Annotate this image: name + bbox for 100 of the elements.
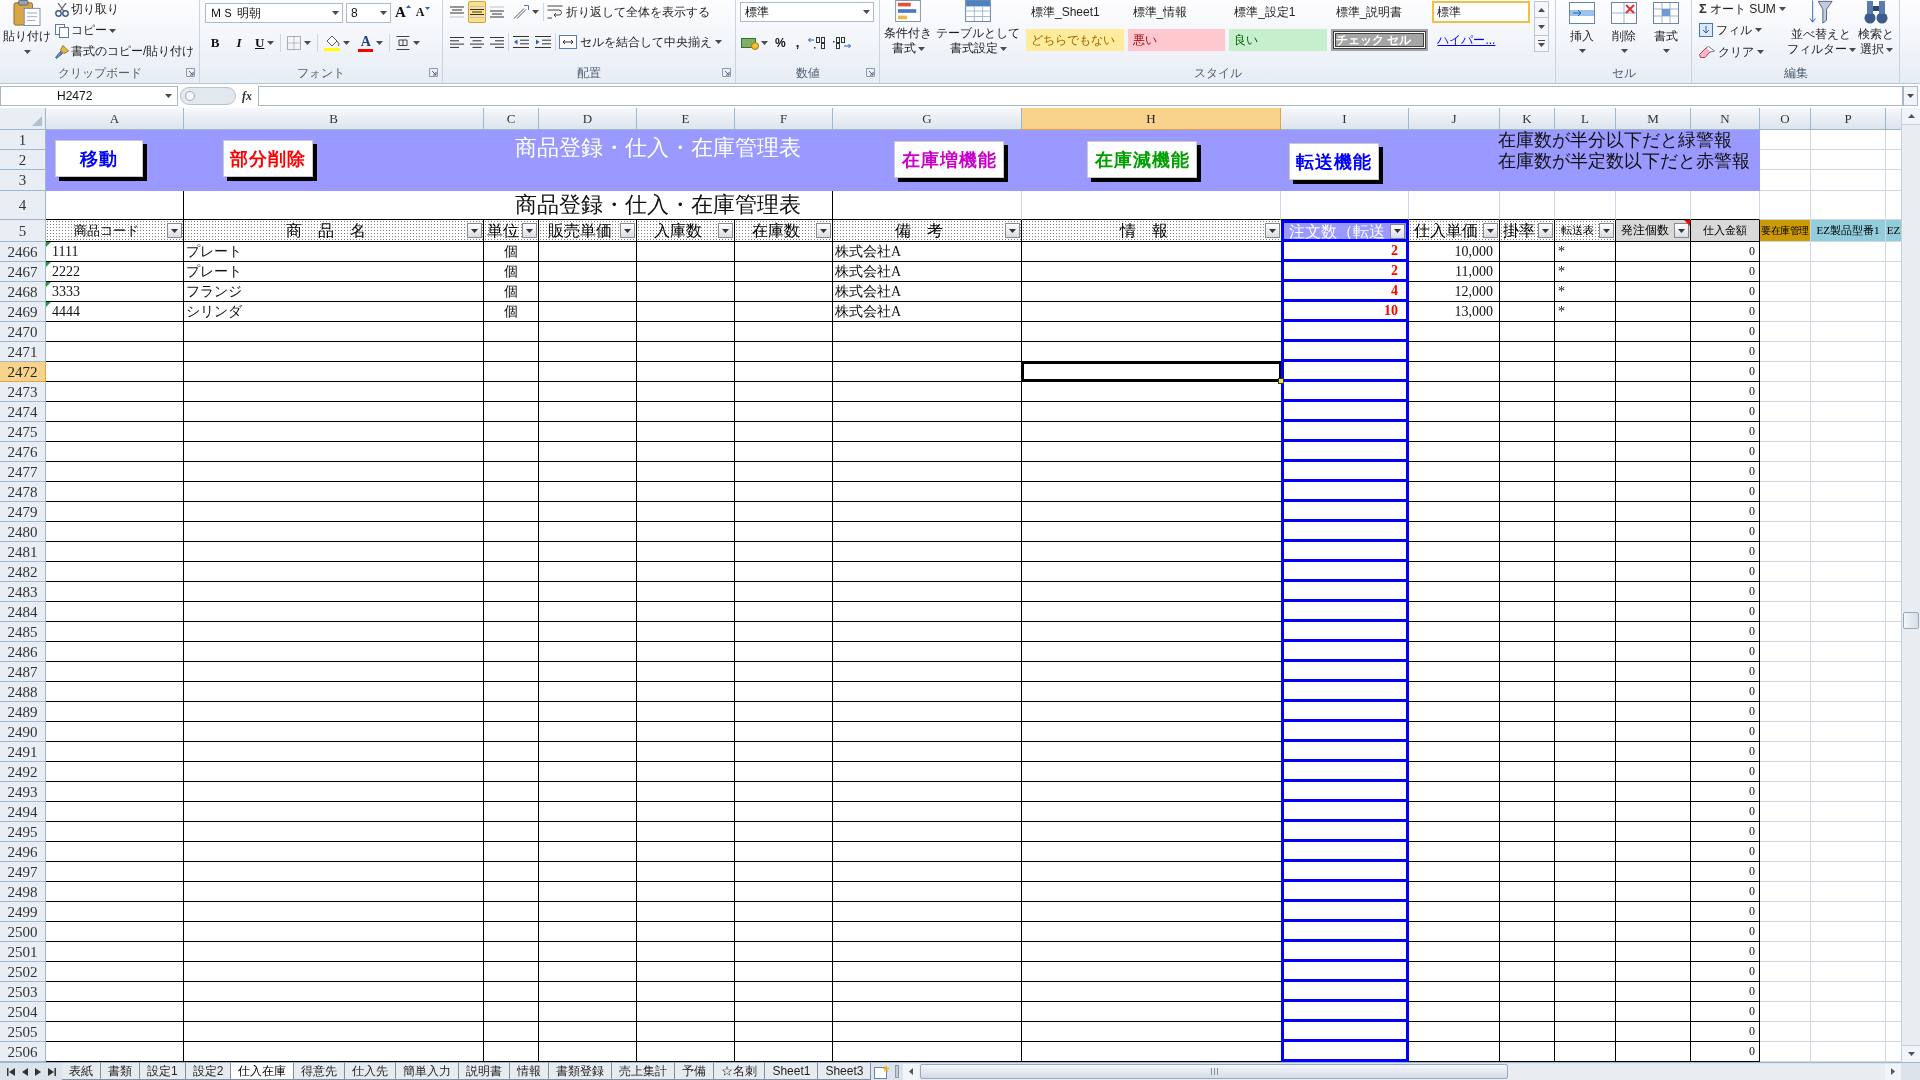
- row-header[interactable]: 2494: [0, 802, 46, 822]
- row-header[interactable]: 2505: [0, 1022, 46, 1042]
- row-header[interactable]: 2502: [0, 962, 46, 982]
- row-header[interactable]: 2490: [0, 722, 46, 742]
- wrap-text-button[interactable]: 折り返して全体を表示する: [546, 2, 711, 22]
- row-header[interactable]: 2479: [0, 502, 46, 522]
- cell-action-button[interactable]: 削除: [1604, 0, 1644, 62]
- scroll-thumb[interactable]: [1903, 612, 1919, 629]
- sheet-tab[interactable]: Sheet1: [765, 1063, 819, 1080]
- column-header[interactable]: B: [184, 108, 484, 130]
- row-header[interactable]: 2: [0, 150, 46, 170]
- row-header[interactable]: 2501: [0, 942, 46, 962]
- launcher-icon[interactable]: [866, 68, 875, 77]
- sheet-tab[interactable]: 設定2: [185, 1063, 232, 1080]
- sheet-tab[interactable]: 売上集計: [612, 1063, 676, 1080]
- column-header[interactable]: G: [833, 108, 1022, 130]
- clear-button[interactable]: クリア: [1698, 42, 1788, 62]
- paste-button[interactable]: 貼り付け: [3, 0, 51, 62]
- sheet-tab[interactable]: 簡単入力: [396, 1063, 460, 1080]
- column-header[interactable]: O: [1760, 108, 1811, 130]
- row-header[interactable]: 2483: [0, 582, 46, 602]
- gallery-more-button[interactable]: [1534, 35, 1549, 52]
- row-header[interactable]: 2468: [0, 282, 46, 302]
- sheet-tab[interactable]: 書類: [101, 1063, 140, 1080]
- italic-button[interactable]: I: [229, 33, 249, 53]
- cell-style-option[interactable]: どちらでもない: [1026, 29, 1124, 51]
- column-header[interactable]: N: [1691, 108, 1760, 130]
- column-header[interactable]: A: [46, 108, 184, 130]
- cell-action-button[interactable]: 挿入: [1562, 0, 1602, 62]
- row-header[interactable]: 2497: [0, 862, 46, 882]
- cell-action-button[interactable]: 書式: [1646, 0, 1686, 62]
- cell-style-option[interactable]: 標準_設定1: [1229, 1, 1327, 23]
- fill-button[interactable]: フィル: [1698, 20, 1788, 40]
- row-header[interactable]: 2487: [0, 662, 46, 682]
- row-header[interactable]: 3: [0, 170, 46, 191]
- row-header[interactable]: 4: [0, 191, 46, 220]
- format-table-button[interactable]: テーブルとして 書式設定: [934, 0, 1022, 62]
- row-header[interactable]: 2506: [0, 1042, 46, 1062]
- filter-button[interactable]: [1005, 223, 1020, 238]
- align-middle-button[interactable]: [468, 1, 486, 23]
- split-handle[interactable]: [895, 1065, 900, 1078]
- column-header[interactable]: J: [1409, 108, 1500, 130]
- active-cell[interactable]: [1022, 362, 1281, 382]
- gallery-up-button[interactable]: [1534, 1, 1549, 18]
- row-header[interactable]: 2471: [0, 342, 46, 362]
- column-header[interactable]: D: [539, 108, 637, 130]
- row-header[interactable]: 2485: [0, 622, 46, 642]
- last-sheet-icon[interactable]: [47, 1067, 56, 1076]
- format-painter-button[interactable]: 書式のコピー/貼り付け: [54, 42, 196, 61]
- row-header[interactable]: 2473: [0, 382, 46, 402]
- sheet-tab[interactable]: 仕入在庫: [231, 1063, 295, 1080]
- autosum-button[interactable]: Σ オート SUM: [1698, 0, 1788, 18]
- font-name-field[interactable]: ＭＳ 明朝: [205, 2, 343, 23]
- fill-color-button[interactable]: [322, 33, 353, 53]
- sheet-tab[interactable]: ☆名刺: [714, 1063, 766, 1080]
- row-header[interactable]: 2495: [0, 822, 46, 842]
- column-header[interactable]: E: [637, 108, 735, 130]
- sheet-tab[interactable]: 設定1: [140, 1063, 186, 1080]
- column-header[interactable]: L: [1555, 108, 1616, 130]
- row-header[interactable]: 2474: [0, 402, 46, 422]
- cell-style-option[interactable]: ハイパー...: [1432, 29, 1530, 51]
- scroll-up-button[interactable]: [1902, 108, 1920, 125]
- row-header[interactable]: 1: [0, 130, 46, 150]
- row-header[interactable]: 2499: [0, 902, 46, 922]
- filter-button[interactable]: [467, 223, 482, 238]
- filter-button[interactable]: [1265, 223, 1280, 238]
- row-header[interactable]: 2491: [0, 742, 46, 762]
- row-header[interactable]: 2467: [0, 262, 46, 282]
- launcher-icon[interactable]: [429, 68, 438, 77]
- launcher-icon[interactable]: [722, 68, 731, 77]
- row-header[interactable]: 2496: [0, 842, 46, 862]
- sheet-tab[interactable]: 得意先: [294, 1063, 346, 1080]
- previous-sheet-icon[interactable]: [21, 1067, 28, 1076]
- row-header[interactable]: 2472: [0, 362, 46, 382]
- column-header[interactable]: H: [1022, 108, 1281, 130]
- next-sheet-icon[interactable]: [34, 1067, 41, 1076]
- row-header[interactable]: 2469: [0, 302, 46, 322]
- gallery-down-button[interactable]: [1534, 18, 1549, 35]
- cell-style-option[interactable]: 標準_情報: [1127, 1, 1226, 23]
- row-header[interactable]: 2493: [0, 782, 46, 802]
- copy-button[interactable]: コピー: [54, 21, 196, 40]
- name-box[interactable]: H2472: [0, 86, 178, 106]
- percent-button[interactable]: %: [772, 33, 789, 53]
- row-header[interactable]: 2470: [0, 322, 46, 342]
- fill-handle-icon[interactable]: [1278, 378, 1284, 384]
- cell-style-option[interactable]: 標準: [1432, 1, 1530, 23]
- column-header[interactable]: F: [735, 108, 833, 130]
- formula-field[interactable]: [258, 86, 1903, 106]
- row-header[interactable]: 2466: [0, 242, 46, 262]
- font-color-button[interactable]: A: [356, 33, 386, 53]
- sheet-tab[interactable]: 表紙: [62, 1063, 101, 1080]
- row-header[interactable]: 2486: [0, 642, 46, 662]
- filter-button[interactable]: [167, 223, 182, 238]
- row-header[interactable]: 2477: [0, 462, 46, 482]
- border-button[interactable]: [285, 33, 314, 53]
- row-header[interactable]: 2492: [0, 762, 46, 782]
- cell-style-option[interactable]: 良い: [1229, 29, 1327, 51]
- row-header[interactable]: 2498: [0, 882, 46, 902]
- row-header[interactable]: 2488: [0, 682, 46, 702]
- scroll-down-button[interactable]: [1902, 1045, 1920, 1062]
